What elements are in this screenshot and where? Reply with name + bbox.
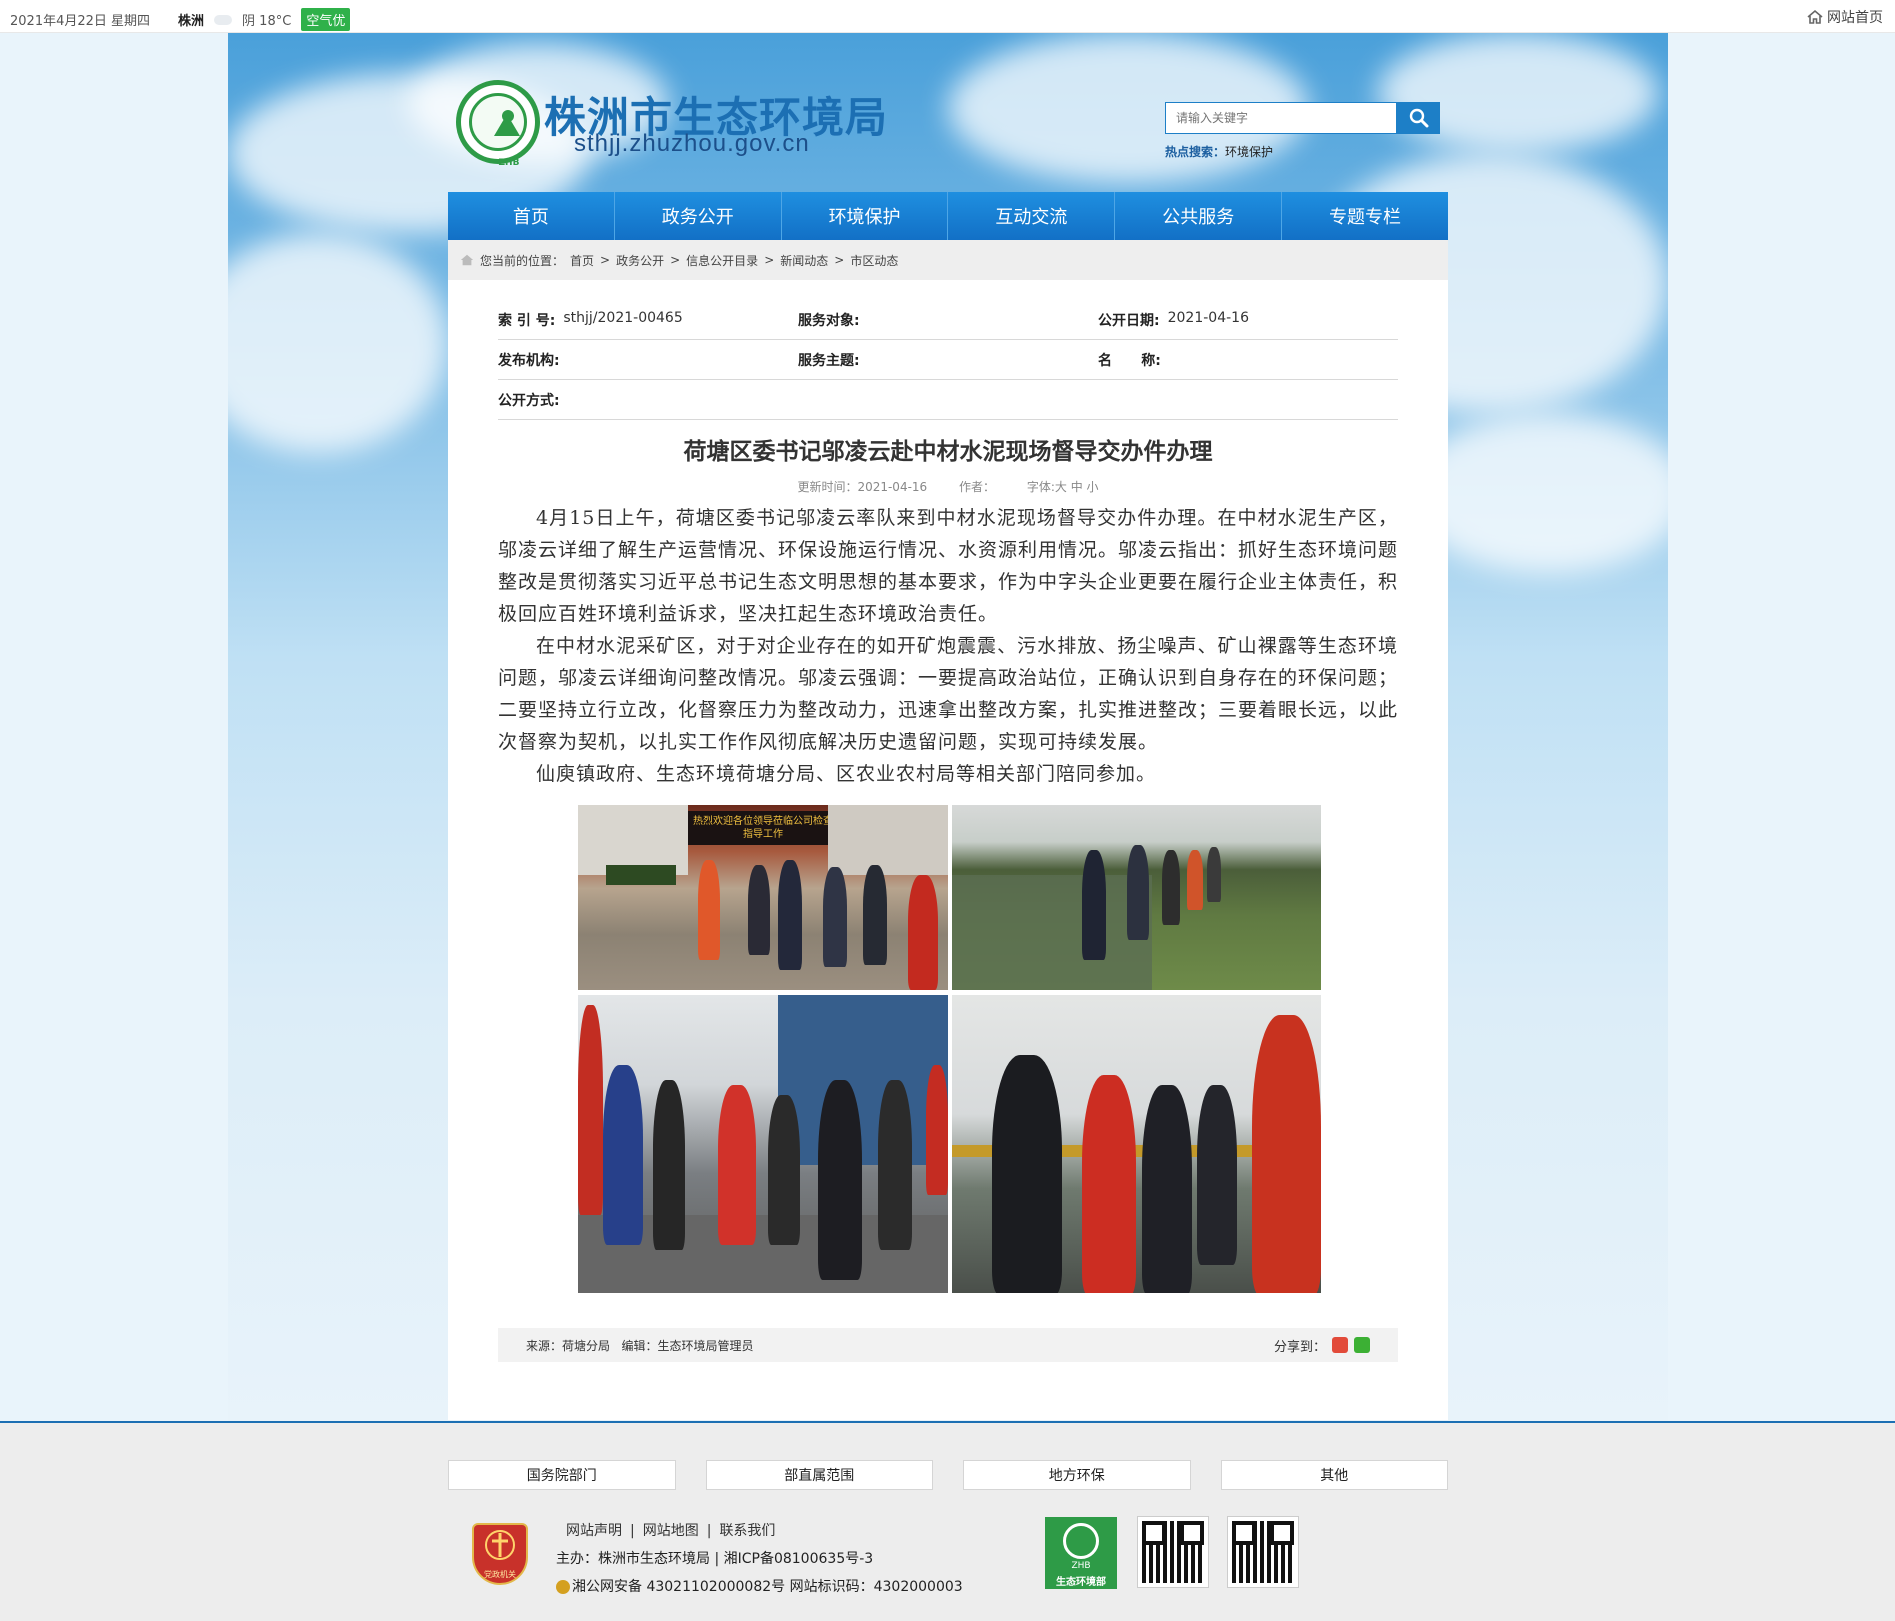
nav-item-special[interactable]: 专题专栏 (1282, 192, 1448, 240)
disclosure-method-label: 公开方式: (498, 392, 560, 409)
article-photo (952, 995, 1321, 1293)
home-link-label: 网站首页 (1827, 10, 1883, 26)
breadcrumb: 您当前的位置： 首页 > 政务公开 > 信息公开目录 > 新闻动态 > 市区动态 (448, 240, 1448, 280)
article-photo (952, 805, 1321, 990)
party-government-badge[interactable]: 党政机关 (472, 1523, 528, 1585)
qr-code (1137, 1516, 1209, 1588)
top-bar: 2021年4月22日 星期四 株洲 阴 18°C 空气优 网站首页 (0, 0, 1895, 33)
footer-police-text: 湘公网安备 43021102000082号 网站标识码：4302000003 (572, 1579, 963, 1595)
article-paragraph: 仙庾镇政府、生态环境荷塘分局、区农业农村局等相关部门陪同参加。 (536, 763, 1157, 785)
footer-link-local[interactable]: 地方环保 (963, 1460, 1191, 1490)
footer-police: 湘公网安备 43021102000082号 网站标识码：4302000003 (556, 1573, 963, 1601)
logo-text: ZHB (498, 158, 520, 168)
author: 作者： (959, 480, 996, 494)
footer: 国务院部门 部直属范围 地方环保 其他 党政机关 网站声明 | 网站地图 | 联系我们 … (0, 1421, 1895, 1621)
name-label: 名 称: (1098, 352, 1161, 369)
search-input[interactable] (1165, 102, 1397, 134)
article-source-bar: 来源：荷塘分局 编辑：生态环境局管理员 分享到： (498, 1328, 1398, 1362)
banner-text: 热烈欢迎各位领导莅临公司检查指导工作 (693, 816, 833, 840)
weather-cloud-icon (214, 14, 233, 25)
footer-info: 网站声明 | 网站地图 | 联系我们 主办：株洲市生态环境局 | 湘ICP备081006… (556, 1517, 963, 1601)
hot-search: 热点搜索：环境保护 (1165, 143, 1273, 160)
share-label: 分享到： (1273, 1339, 1326, 1355)
site-domain: sthjj.zhuzhou.gov.cn (574, 130, 810, 157)
article-body: 4月15日上午，荷塘区委书记邬凌云率队来到中材水泥现场督导交办件办理。在中材水泥… (498, 502, 1398, 790)
info-row: 发布机构: 服务主题: 名 称: (498, 340, 1398, 380)
index-number-value: sthjj/2021-00465 (563, 309, 683, 326)
breadcrumb-item[interactable]: 政务公开 (616, 252, 664, 269)
home-link[interactable]: 网站首页 (1807, 7, 1883, 27)
current-date: 2021年4月22日 星期四 (10, 14, 151, 29)
breadcrumb-separator: > (764, 253, 775, 267)
emblem-icon (485, 1530, 515, 1560)
article-photo: 热烈欢迎各位领导莅临公司检查指导工作 (578, 805, 948, 990)
publish-date-value: 2021-04-16 (1167, 309, 1249, 326)
info-row: 公开方式: (498, 380, 1398, 420)
info-table: 索 引 号: sthjj/2021-00465 服务对象: 公开日期: 2021-0… (498, 300, 1398, 420)
qr-code (1227, 1516, 1299, 1588)
search-icon (1409, 108, 1428, 128)
footer-nav: 网站声明 | 网站地图 | 联系我们 (566, 1523, 776, 1539)
source-text: 来源：荷塘分局 编辑：生态环境局管理员 (526, 1338, 754, 1353)
wechat-icon[interactable] (1354, 1337, 1370, 1353)
police-badge-icon (556, 1580, 570, 1594)
footer-link-state-council[interactable]: 国务院部门 (448, 1460, 676, 1490)
weibo-icon[interactable] (1332, 1337, 1348, 1353)
index-number-label: 索 引 号: (498, 312, 556, 329)
info-row: 索 引 号: sthjj/2021-00465 服务对象: 公开日期: 2021-0… (498, 300, 1398, 340)
article-photo-collage: 热烈欢迎各位领导莅临公司检查指导工作 (578, 805, 1321, 1294)
ministry-logo[interactable]: ZHB 生态环境部 (1045, 1517, 1117, 1589)
nav-item-environment[interactable]: 环境保护 (782, 192, 949, 240)
publish-date-label: 公开日期: (1098, 312, 1160, 329)
ministry-logo-name: 生态环境部 (1056, 1577, 1106, 1588)
article-paragraph: 在中材水泥采矿区，对于对企业存在的如开矿炮震震、污水排放、扬尘噪声、矿山裸露等生… (498, 635, 1399, 753)
footer-link-sitemap[interactable]: 网站地图 (643, 1523, 699, 1539)
badge-text: 党政机关 (484, 1570, 516, 1579)
breadcrumb-separator: > (600, 253, 611, 267)
nav-item-interaction[interactable]: 互动交流 (948, 192, 1116, 240)
breadcrumb-item[interactable]: 首页 (570, 252, 594, 269)
update-time: 更新时间：2021-04-16 (797, 480, 928, 494)
service-topic-label: 服务主题: (798, 352, 860, 369)
breadcrumb-separator: > (670, 253, 681, 267)
article-info: 更新时间：2021-04-16 作者： 字体:大 中 小 (448, 478, 1448, 495)
breadcrumb-item[interactable]: 市区动态 (850, 252, 898, 269)
service-target-label: 服务对象: (798, 312, 860, 329)
breadcrumb-separator: > (834, 253, 845, 267)
search-box (1165, 102, 1440, 134)
footer-link-other[interactable]: 其他 (1220, 1460, 1448, 1490)
nav-item-public-service[interactable]: 公共服务 (1115, 192, 1283, 240)
breadcrumb-item[interactable]: 信息公开目录 (686, 252, 758, 269)
footer-link-contact[interactable]: 联系我们 (719, 1523, 775, 1539)
nav-item-gov-info[interactable]: 政务公开 (615, 192, 782, 240)
top-bar-left: 2021年4月22日 星期四 株洲 阴 18°C 空气优 (10, 8, 351, 31)
share-group: 分享到： (1274, 1336, 1370, 1355)
footer-host: 主办：株洲市生态环境局 | 湘ICP备08100635号-3 (556, 1551, 874, 1567)
footer-link-ministry[interactable]: 部直属范围 (705, 1460, 933, 1490)
ministry-logo-abbr: ZHB (1071, 1561, 1091, 1571)
article-paragraph: 4月15日上午，荷塘区委书记邬凌云率队来到中材水泥现场督导交办件办理。在中材水泥… (498, 507, 1399, 625)
home-icon (460, 254, 474, 266)
article-panel: 索 引 号: sthjj/2021-00465 服务对象: 公开日期: 2021-0… (448, 280, 1448, 1420)
publisher-label: 发布机构: (498, 352, 560, 369)
hot-search-label: 热点搜索： (1165, 145, 1226, 159)
weather-text: 阴 18°C (242, 14, 292, 29)
article-photo (578, 995, 948, 1293)
breadcrumb-prefix: 您当前的位置： (480, 253, 565, 268)
font-size-switcher[interactable]: 字体:大 中 小 (1027, 480, 1099, 494)
nav-item-home[interactable]: 首页 (448, 192, 615, 240)
breadcrumb-item[interactable]: 新闻动态 (780, 252, 828, 269)
search-button[interactable] (1397, 102, 1440, 134)
footer-link-boxes: 国务院部门 部直属范围 地方环保 其他 (448, 1460, 1448, 1490)
hot-search-keyword[interactable]: 环境保护 (1225, 145, 1273, 159)
air-quality-badge: 空气优 (301, 8, 351, 31)
city-name: 株洲 (178, 14, 205, 29)
footer-link-statement[interactable]: 网站声明 (566, 1523, 622, 1539)
home-icon (1807, 9, 1823, 24)
site-logo[interactable]: ZHB (456, 80, 540, 168)
article-title: 荷塘区委书记邬凌云赴中材水泥现场督导交办件办理 (683, 439, 1213, 465)
main-nav: 首页 政务公开 环境保护 互动交流 公共服务 专题专栏 (448, 192, 1448, 240)
